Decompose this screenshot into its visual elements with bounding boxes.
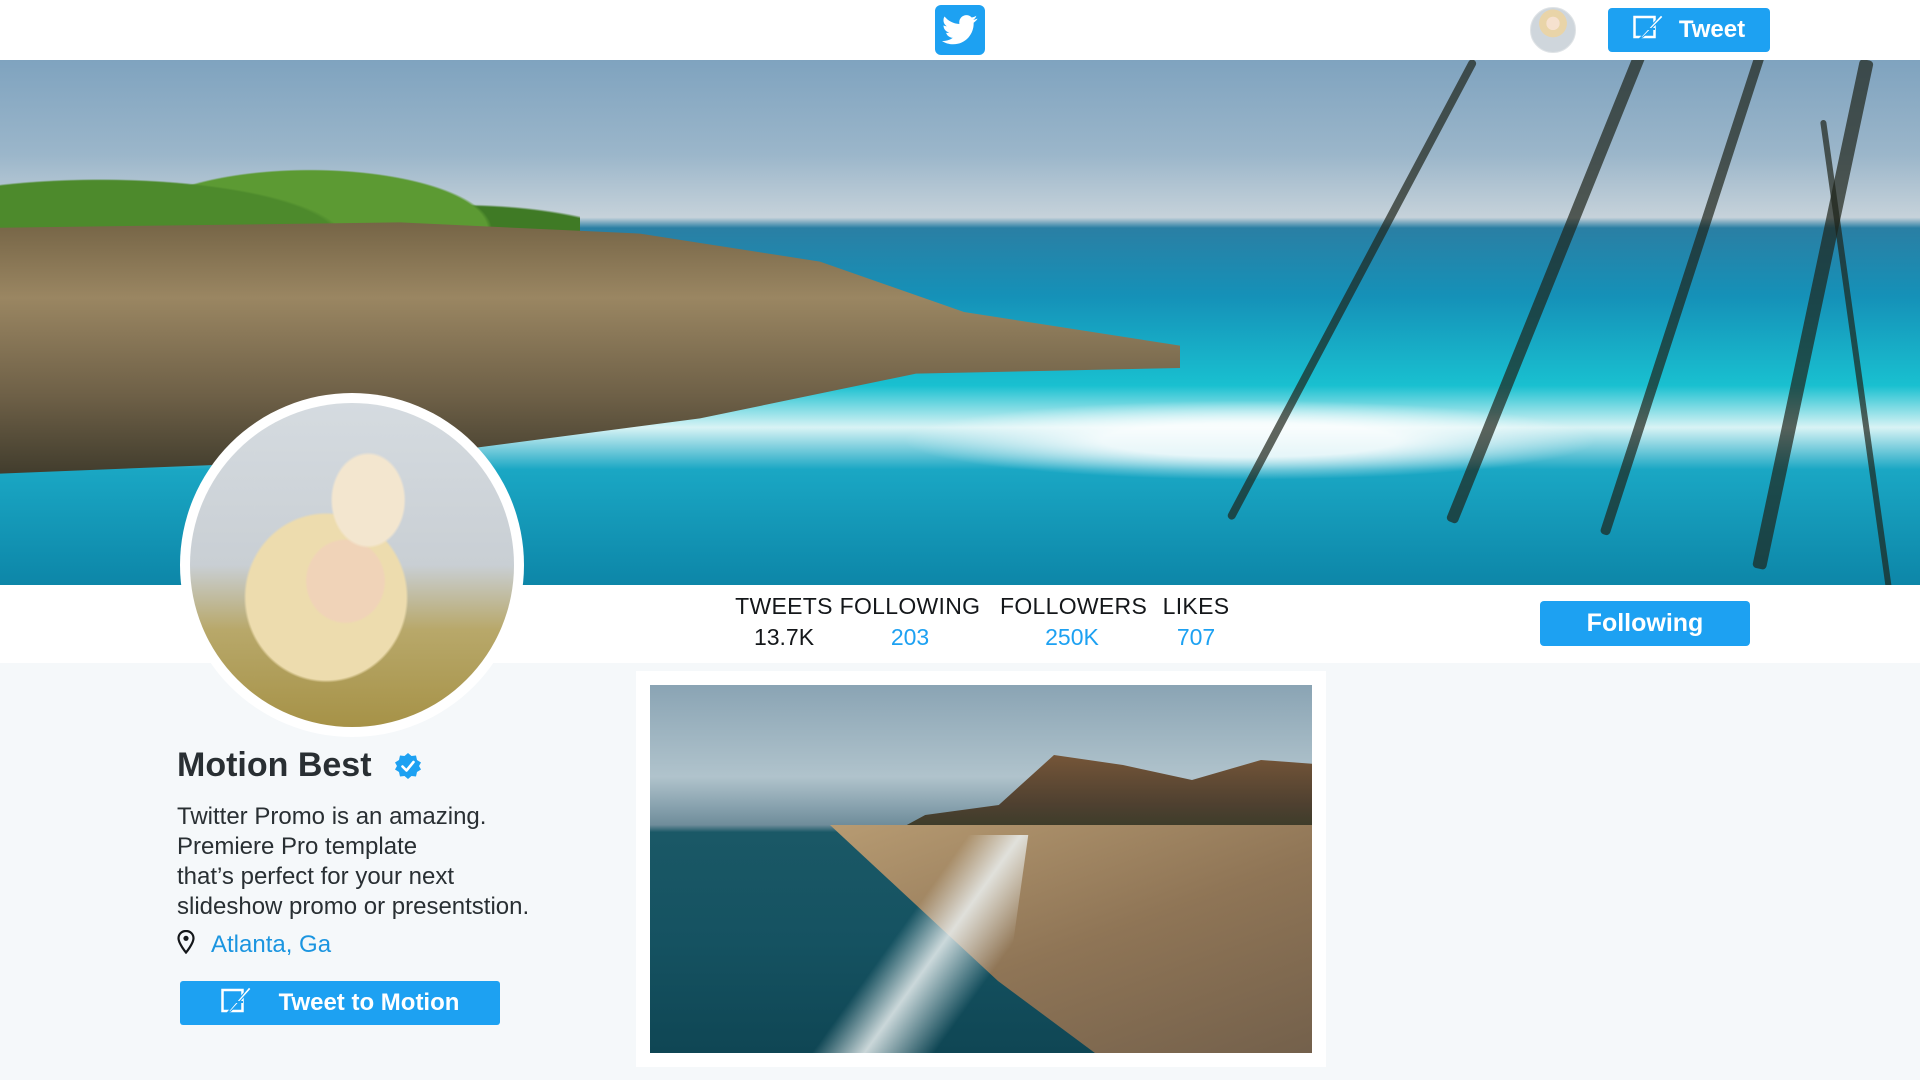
tweet-button-label: Tweet (1678, 16, 1746, 43)
bio-line: Premiere Pro template (177, 833, 418, 860)
profile-name: Motion Best (177, 746, 372, 784)
bio-line: that’s perfect for your next (177, 863, 455, 890)
stat-value: 250K (1045, 624, 1099, 650)
tweet-to-button[interactable]: Tweet to Motion (180, 981, 500, 1025)
stat-value: 203 (890, 624, 930, 650)
location-pin-icon (177, 929, 195, 959)
stat-value: 13.7K (753, 624, 815, 650)
stat-followers[interactable]: FOLLOWERS 250K (1000, 593, 1148, 651)
stat-label: FOLLOWING (839, 593, 981, 619)
compose-quill-icon (220, 985, 253, 1022)
media-photo (650, 685, 1312, 1053)
twitter-bird-icon[interactable] (935, 5, 985, 55)
stat-value: 707 (1176, 624, 1216, 650)
media-card[interactable] (636, 671, 1326, 1067)
bio-line: Twitter Promo is an amazing. (177, 803, 487, 830)
tweet-button[interactable]: Tweet (1608, 8, 1770, 52)
location-link[interactable]: Atlanta, Ga (211, 931, 331, 959)
verified-badge-icon (394, 752, 422, 780)
profile-photo (190, 403, 514, 727)
following-button[interactable]: Following (1540, 601, 1750, 646)
stat-label: FOLLOWERS (1000, 593, 1148, 619)
profile-name-row: Motion Best (177, 746, 422, 785)
compose-quill-icon (1633, 13, 1665, 48)
stat-label: LIKES (1162, 593, 1230, 619)
profile-location: Atlanta, Ga (177, 929, 331, 959)
profile-bio: Twitter Promo is an amazing. Premiere Pr… (177, 802, 597, 922)
user-avatar[interactable] (1530, 7, 1576, 53)
stat-likes[interactable]: LIKES 707 (1160, 593, 1232, 651)
stat-label: TWEETS (735, 593, 833, 619)
profile-avatar[interactable] (180, 393, 524, 737)
stat-following[interactable]: FOLLOWING 203 (838, 593, 982, 651)
top-navigation-bar: Tweet (0, 0, 1920, 60)
tweet-to-button-label: Tweet to Motion (278, 989, 460, 1016)
bio-line: slideshow promo or presentstion. (177, 893, 530, 920)
stat-tweets[interactable]: TWEETS 13.7K (724, 593, 844, 651)
